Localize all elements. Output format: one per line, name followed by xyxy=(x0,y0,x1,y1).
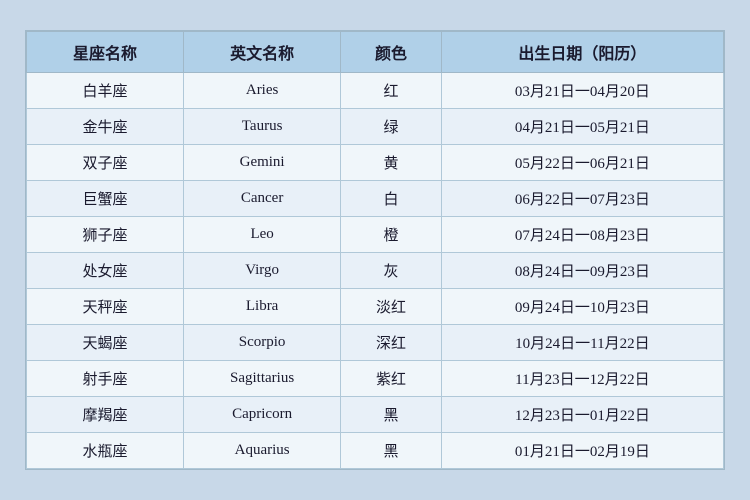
cell-0-0: 白羊座 xyxy=(27,73,184,109)
cell-1-1: Taurus xyxy=(183,109,340,145)
cell-7-3: 10月24日一11月22日 xyxy=(441,325,723,361)
cell-5-3: 08月24日一09月23日 xyxy=(441,253,723,289)
table-row: 狮子座Leo橙07月24日一08月23日 xyxy=(27,217,724,253)
cell-8-2: 紫红 xyxy=(341,361,442,397)
cell-4-2: 橙 xyxy=(341,217,442,253)
header-col-3: 出生日期（阳历） xyxy=(441,32,723,73)
table-row: 水瓶座Aquarius黑01月21日一02月19日 xyxy=(27,433,724,469)
cell-10-3: 01月21日一02月19日 xyxy=(441,433,723,469)
cell-8-1: Sagittarius xyxy=(183,361,340,397)
table-row: 天秤座Libra淡红09月24日一10月23日 xyxy=(27,289,724,325)
cell-7-2: 深红 xyxy=(341,325,442,361)
header-col-1: 英文名称 xyxy=(183,32,340,73)
cell-0-1: Aries xyxy=(183,73,340,109)
cell-6-2: 淡红 xyxy=(341,289,442,325)
header-col-0: 星座名称 xyxy=(27,32,184,73)
cell-5-1: Virgo xyxy=(183,253,340,289)
cell-8-0: 射手座 xyxy=(27,361,184,397)
cell-5-0: 处女座 xyxy=(27,253,184,289)
table-body: 白羊座Aries红03月21日一04月20日金牛座Taurus绿04月21日一0… xyxy=(27,73,724,469)
table-header-row: 星座名称英文名称颜色出生日期（阳历） xyxy=(27,32,724,73)
table-row: 白羊座Aries红03月21日一04月20日 xyxy=(27,73,724,109)
cell-3-1: Cancer xyxy=(183,181,340,217)
cell-8-3: 11月23日一12月22日 xyxy=(441,361,723,397)
cell-9-0: 摩羯座 xyxy=(27,397,184,433)
table-row: 天蝎座Scorpio深红10月24日一11月22日 xyxy=(27,325,724,361)
cell-2-2: 黄 xyxy=(341,145,442,181)
table-row: 双子座Gemini黄05月22日一06月21日 xyxy=(27,145,724,181)
cell-9-1: Capricorn xyxy=(183,397,340,433)
cell-3-0: 巨蟹座 xyxy=(27,181,184,217)
cell-0-3: 03月21日一04月20日 xyxy=(441,73,723,109)
cell-9-3: 12月23日一01月22日 xyxy=(441,397,723,433)
cell-7-1: Scorpio xyxy=(183,325,340,361)
cell-0-2: 红 xyxy=(341,73,442,109)
cell-4-3: 07月24日一08月23日 xyxy=(441,217,723,253)
cell-10-0: 水瓶座 xyxy=(27,433,184,469)
cell-2-1: Gemini xyxy=(183,145,340,181)
zodiac-table: 星座名称英文名称颜色出生日期（阳历） 白羊座Aries红03月21日一04月20… xyxy=(26,31,724,469)
cell-1-0: 金牛座 xyxy=(27,109,184,145)
table-row: 金牛座Taurus绿04月21日一05月21日 xyxy=(27,109,724,145)
cell-6-0: 天秤座 xyxy=(27,289,184,325)
table-row: 射手座Sagittarius紫红11月23日一12月22日 xyxy=(27,361,724,397)
cell-10-1: Aquarius xyxy=(183,433,340,469)
table-row: 处女座Virgo灰08月24日一09月23日 xyxy=(27,253,724,289)
cell-9-2: 黑 xyxy=(341,397,442,433)
table-row: 摩羯座Capricorn黑12月23日一01月22日 xyxy=(27,397,724,433)
cell-3-2: 白 xyxy=(341,181,442,217)
cell-1-2: 绿 xyxy=(341,109,442,145)
cell-4-0: 狮子座 xyxy=(27,217,184,253)
cell-6-1: Libra xyxy=(183,289,340,325)
header-col-2: 颜色 xyxy=(341,32,442,73)
table-row: 巨蟹座Cancer白06月22日一07月23日 xyxy=(27,181,724,217)
cell-2-0: 双子座 xyxy=(27,145,184,181)
cell-7-0: 天蝎座 xyxy=(27,325,184,361)
cell-3-3: 06月22日一07月23日 xyxy=(441,181,723,217)
cell-4-1: Leo xyxy=(183,217,340,253)
cell-5-2: 灰 xyxy=(341,253,442,289)
cell-10-2: 黑 xyxy=(341,433,442,469)
cell-2-3: 05月22日一06月21日 xyxy=(441,145,723,181)
cell-6-3: 09月24日一10月23日 xyxy=(441,289,723,325)
cell-1-3: 04月21日一05月21日 xyxy=(441,109,723,145)
zodiac-table-container: 星座名称英文名称颜色出生日期（阳历） 白羊座Aries红03月21日一04月20… xyxy=(25,30,725,470)
